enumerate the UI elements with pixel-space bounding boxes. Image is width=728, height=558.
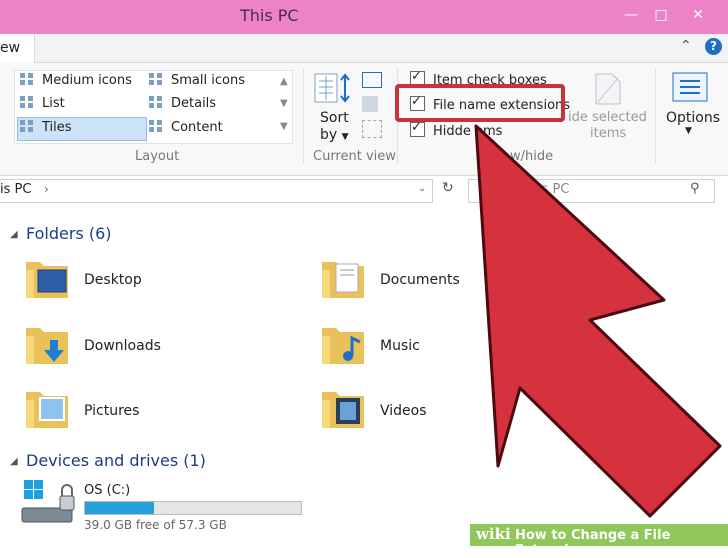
- medium-icons-icon: [20, 73, 34, 85]
- sort-label[interactable]: Sort: [320, 110, 349, 126]
- group-divider: [303, 68, 304, 164]
- drive-free-space: 39.0 GB free of 57.3 GB: [84, 518, 227, 532]
- hide-selected-items-line2: items: [590, 126, 627, 141]
- drive-usage-fill: [85, 502, 155, 514]
- music-folder-icon[interactable]: [320, 322, 366, 366]
- watermark-title: How to Change a File Extension: [515, 528, 671, 558]
- search-placeholder: is PC: [538, 182, 570, 197]
- gallery-down-arrow-icon[interactable]: ▼: [280, 98, 288, 109]
- window-title: This PC: [240, 6, 299, 25]
- search-field[interactable]: [468, 179, 715, 203]
- tab-view[interactable]: ew: [0, 34, 35, 63]
- options-button[interactable]: Options: [666, 110, 720, 126]
- show-hide-group-label: w/hide: [510, 149, 554, 164]
- dropdown-arrow-icon: ▼: [341, 132, 349, 142]
- breadcrumb-chevron-icon[interactable]: ›: [44, 182, 49, 196]
- maximize-button[interactable]: □: [648, 0, 674, 30]
- search-icon[interactable]: ⚲: [690, 181, 700, 196]
- gallery-more-icon[interactable]: ▼: [280, 121, 288, 132]
- devices-header[interactable]: Devices and drives (1): [26, 451, 206, 470]
- layout-tiles[interactable]: Tiles: [20, 117, 72, 139]
- folder-music[interactable]: Music: [380, 338, 420, 354]
- list-icon: [20, 96, 34, 108]
- refresh-icon[interactable]: ↻: [442, 180, 454, 196]
- collapse-ribbon-icon[interactable]: ⌃: [680, 38, 692, 54]
- hide-selected-items-icon: [595, 73, 621, 105]
- tiles-icon: [20, 120, 34, 132]
- address-dropdown-icon[interactable]: ⌄: [418, 183, 426, 194]
- address-bar[interactable]: [0, 179, 433, 203]
- layout-details[interactable]: Details: [149, 93, 216, 115]
- sort-by-icon: [314, 73, 350, 103]
- checkbox-checked-icon[interactable]: [410, 120, 425, 137]
- options-dropdown-icon[interactable]: ▼: [685, 126, 692, 136]
- folder-desktop[interactable]: Desktop: [84, 272, 142, 288]
- sort-by-button[interactable]: by ▼: [320, 127, 349, 143]
- folders-header[interactable]: Folders (6): [26, 224, 112, 243]
- drive-name[interactable]: OS (C:): [84, 483, 130, 498]
- layout-small-icons[interactable]: Small icons: [149, 70, 245, 92]
- videos-folder-icon[interactable]: [320, 386, 366, 430]
- downloads-folder-icon[interactable]: [24, 322, 70, 366]
- pictures-folder-icon[interactable]: [24, 386, 70, 430]
- folder-pictures[interactable]: Pictures: [84, 403, 139, 419]
- size-columns-icon[interactable]: [362, 120, 382, 138]
- close-button[interactable]: ✕: [685, 0, 711, 30]
- add-columns-icon[interactable]: [362, 96, 378, 112]
- hidden-items-option[interactable]: Hidde ems: [410, 120, 502, 139]
- desktop-folder-icon[interactable]: [24, 256, 70, 300]
- address-path[interactable]: is PC: [0, 182, 31, 197]
- details-icon: [149, 96, 163, 108]
- drive-icon[interactable]: [20, 478, 78, 526]
- layout-group-label: Layout: [135, 149, 180, 164]
- collapse-triangle-icon[interactable]: ◢: [10, 229, 18, 240]
- gallery-up-arrow-icon[interactable]: ▲: [280, 76, 288, 87]
- ribbon-tab-row: [0, 34, 728, 63]
- highlight-box: [395, 84, 565, 122]
- group-divider: [655, 68, 656, 164]
- layout-list[interactable]: List: [20, 93, 65, 115]
- folder-downloads[interactable]: Downloads: [84, 338, 161, 354]
- collapse-triangle-icon[interactable]: ◢: [10, 456, 18, 467]
- help-icon[interactable]: ?: [705, 38, 722, 55]
- folder-documents[interactable]: Documents: [380, 272, 460, 288]
- watermark-logo: wiki: [476, 525, 511, 543]
- group-by-icon[interactable]: [362, 72, 382, 88]
- folder-videos[interactable]: Videos: [380, 403, 427, 419]
- small-icons-icon: [149, 73, 163, 85]
- options-icon: [672, 72, 708, 102]
- layout-content[interactable]: Content: [149, 117, 223, 139]
- content-icon: [149, 120, 163, 132]
- hide-selected-items-button[interactable]: ide selected: [568, 110, 647, 125]
- current-view-group-label: Current view: [313, 149, 396, 164]
- layout-medium-icons[interactable]: Medium icons: [20, 70, 132, 92]
- drive-usage-bar: [84, 501, 302, 515]
- minimize-button[interactable]: —: [618, 0, 644, 30]
- documents-folder-icon[interactable]: [320, 256, 366, 300]
